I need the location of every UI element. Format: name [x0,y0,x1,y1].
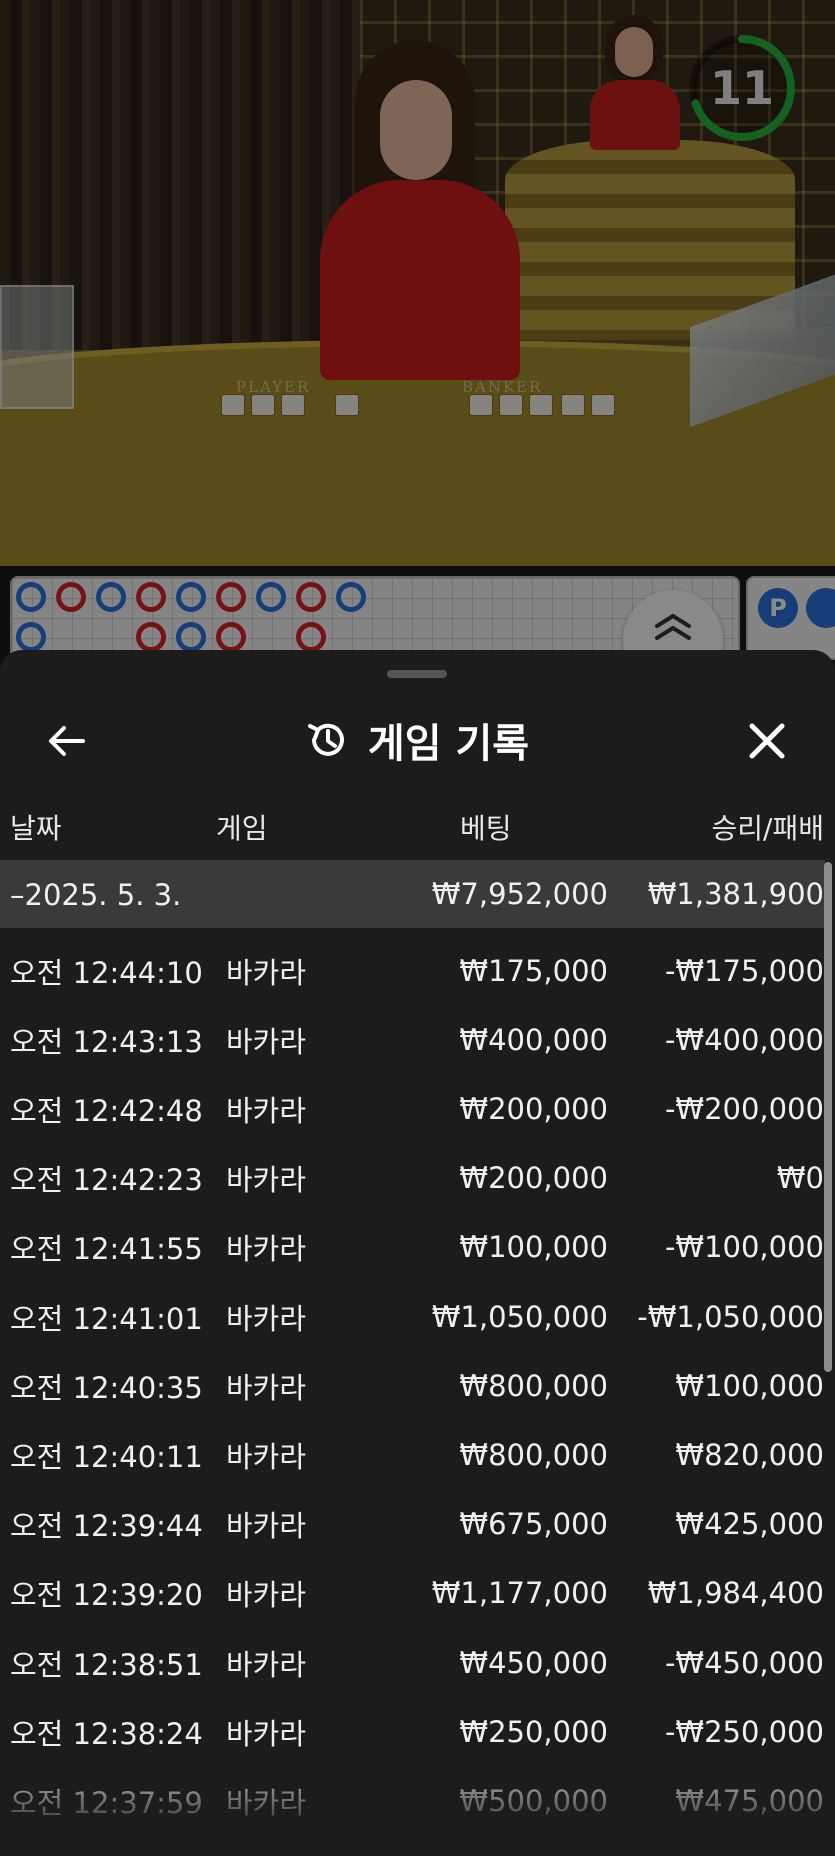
row-time: 오전 12:38:24 [10,1716,203,1751]
row-bet: ₩100,000 [459,1230,608,1265]
history-row[interactable]: 오전 12:39:44 바카라 ₩675,000 ₩425,000 [0,1490,825,1559]
scrollbar[interactable] [824,862,832,1372]
history-row[interactable]: 오전 12:38:24 바카라 ₩250,000 -₩250,000 [0,1697,825,1766]
row-time: 오전 12:39:20 [10,1578,203,1613]
row-time: 오전 12:42:48 [10,1093,203,1128]
row-result: -₩250,000 [664,1714,824,1749]
row-result: -₩175,000 [664,953,824,988]
history-row[interactable]: 오전 12:39:20 바카라 ₩1,177,000 ₩1,984,400 [0,1559,825,1628]
row-time: 오전 12:39:44 [10,1509,203,1544]
row-result: -₩200,000 [664,1091,824,1126]
history-row[interactable]: 오전 12:42:48 바카라 ₩200,000 -₩200,000 [0,1074,825,1143]
row-result: -₩100,000 [664,1230,824,1265]
date-group-label: –2025. 5. 3. [10,877,182,912]
column-header-date: 날짜 [10,812,62,845]
history-row[interactable]: 오전 12:43:13 바카라 ₩400,000 -₩400,000 [0,1005,825,1074]
row-result: -₩400,000 [664,1022,824,1057]
column-header-bet: 베팅 [460,812,512,845]
row-bet: ₩450,000 [459,1645,608,1680]
date-group-row[interactable]: –2025. 5. 3. ₩7,952,000 ₩1,381,900 [0,860,825,928]
row-time: 오전 12:38:51 [10,1647,203,1682]
row-game: 바카라 [226,1024,307,1059]
row-time: 오전 12:43:13 [10,1024,203,1059]
row-game: 바카라 [226,1578,307,1613]
row-bet: ₩500,000 [459,1783,608,1818]
sheet-header: 게임 기록 [0,700,835,780]
column-header-win-loss: 승리/패배 [711,812,824,845]
row-result: -₩1,050,000 [637,1299,824,1334]
row-bet: ₩200,000 [459,1091,608,1126]
row-time: 오전 12:41:55 [10,1232,203,1267]
row-bet: ₩675,000 [459,1507,608,1542]
row-time: 오전 12:37:59 [10,1785,203,1820]
row-game: 바카라 [226,1439,307,1474]
history-clock-icon [307,723,344,756]
row-result: ₩475,000 [675,1783,824,1818]
row-game: 바카라 [226,1370,307,1405]
row-time: 오전 12:42:23 [10,1163,203,1198]
close-button[interactable] [742,716,792,766]
row-bet: ₩400,000 [459,1022,608,1057]
history-row[interactable]: 오전 12:44:10 바카라 ₩175,000 -₩175,000 [0,936,825,1005]
row-result: ₩1,984,400 [647,1576,824,1611]
sheet-title: 게임 기록 [367,721,530,767]
history-row[interactable]: 오전 12:40:11 바카라 ₩800,000 ₩820,000 [0,1420,825,1489]
row-game: 바카라 [226,955,307,990]
row-bet: ₩250,000 [459,1714,608,1749]
row-game: 바카라 [226,1163,307,1198]
title-group: 게임 기록 [0,712,835,768]
row-result: ₩0 [776,1161,824,1196]
game-history-sheet: 게임 기록 날짜 게임 베팅 승리/패배 –2025. 5. 3. ₩7,952… [0,650,835,1856]
row-game: 바카라 [226,1093,307,1128]
history-row[interactable]: 오전 12:41:01 바카라 ₩1,050,000 -₩1,050,000 [0,1282,825,1351]
row-game: 바카라 [226,1716,307,1751]
row-game: 바카라 [226,1647,307,1682]
row-bet: ₩1,177,000 [431,1576,608,1611]
row-game: 바카라 [226,1509,307,1544]
row-bet: ₩175,000 [459,953,608,988]
row-game: 바카라 [226,1301,307,1336]
history-row[interactable]: 오전 12:37:59 바카라 ₩500,000 ₩475,000 [0,1766,825,1835]
row-bet: ₩200,000 [459,1161,608,1196]
date-total-bet: ₩7,952,000 [431,877,608,911]
date-total-result: ₩1,381,900 [647,877,824,911]
row-bet: ₩800,000 [459,1437,608,1472]
row-result: ₩820,000 [675,1437,824,1472]
row-time: 오전 12:40:11 [10,1439,203,1474]
row-bet: ₩1,050,000 [431,1299,608,1334]
history-row[interactable]: 오전 12:38:51 바카라 ₩450,000 -₩450,000 [0,1628,825,1697]
history-row[interactable]: 오전 12:41:55 바카라 ₩100,000 -₩100,000 [0,1213,825,1282]
drag-handle[interactable] [387,670,447,678]
overlay-dimmer[interactable] [0,0,835,700]
row-time: 오전 12:41:01 [10,1301,203,1336]
row-game: 바카라 [226,1785,307,1820]
close-icon [749,723,785,759]
history-row[interactable]: 오전 12:42:23 바카라 ₩200,000 ₩0 [0,1144,825,1213]
row-time: 오전 12:44:10 [10,955,203,990]
history-row[interactable]: 오전 12:40:35 바카라 ₩800,000 ₩100,000 [0,1351,825,1420]
row-time: 오전 12:40:35 [10,1370,203,1405]
row-result: -₩450,000 [664,1645,824,1680]
row-bet: ₩800,000 [459,1368,608,1403]
row-result: ₩100,000 [675,1368,824,1403]
row-result: ₩425,000 [675,1507,824,1542]
row-game: 바카라 [226,1232,307,1267]
column-header-game: 게임 [216,812,268,845]
